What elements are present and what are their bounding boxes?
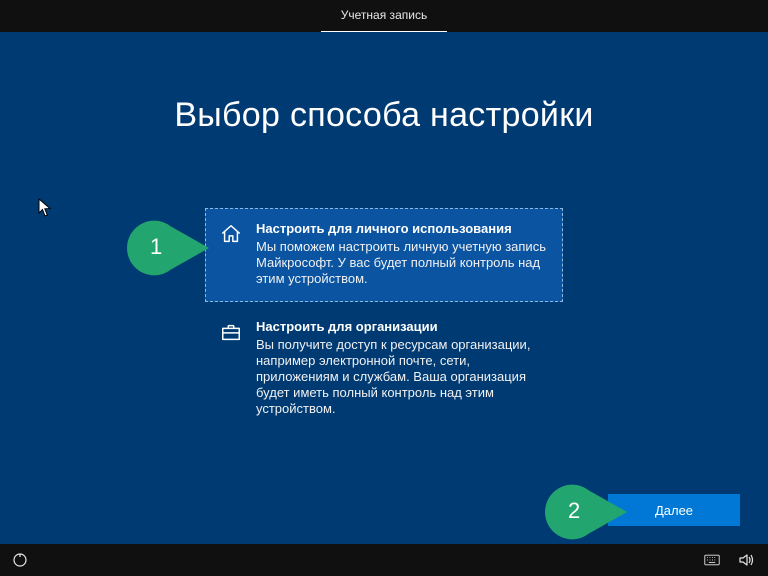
next-button[interactable]: Далее	[608, 494, 740, 526]
briefcase-icon	[220, 319, 246, 417]
option-organization[interactable]: Настроить для организации Вы получите до…	[205, 306, 563, 432]
volume-icon[interactable]	[738, 552, 754, 568]
option-personal-title: Настроить для личного использования	[256, 221, 548, 237]
ease-of-access-icon[interactable]	[12, 552, 28, 568]
option-organization-desc: Вы получите доступ к ресурсам организаци…	[256, 337, 548, 417]
option-personal[interactable]: Настроить для личного использования Мы п…	[205, 208, 563, 302]
keyboard-icon[interactable]	[704, 552, 720, 568]
page-title: Выбор способа настройки	[0, 32, 768, 135]
option-personal-desc: Мы поможем настроить личную учетную запи…	[256, 239, 548, 287]
home-icon	[220, 221, 246, 287]
tab-account: Учетная запись	[321, 0, 447, 33]
bottom-bar	[0, 544, 768, 576]
top-bar: Учетная запись	[0, 0, 768, 32]
options-container: Настроить для личного использования Мы п…	[205, 208, 563, 436]
option-organization-title: Настроить для организации	[256, 319, 548, 335]
content-area: Выбор способа настройки Настроить для ли…	[0, 32, 768, 544]
